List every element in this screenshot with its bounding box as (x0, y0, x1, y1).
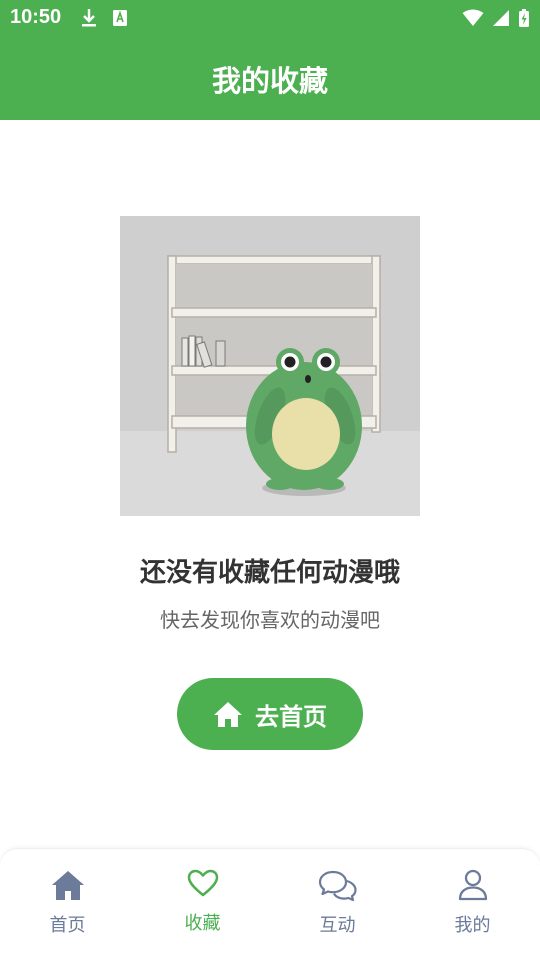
frog-bookshelf-illustration (120, 216, 420, 516)
bottom-nav: 首页 收藏 互动 我的 (0, 848, 540, 960)
chat-icon (318, 870, 357, 901)
go-home-button-label: 去首页 (255, 702, 327, 731)
nav-item-profile[interactable]: 我的 (405, 849, 540, 960)
wifi-icon (462, 9, 484, 26)
nav-label-interact: 互动 (319, 915, 356, 936)
go-home-button[interactable]: 去首页 (177, 678, 363, 750)
nav-label-profile: 我的 (454, 915, 491, 936)
empty-state-subtitle: 快去发现你喜欢的动漫吧 (160, 608, 380, 632)
nav-label-home: 首页 (49, 915, 86, 936)
download-icon (82, 9, 96, 27)
home-icon (51, 871, 84, 900)
app-header: 我的收藏 (0, 36, 540, 120)
status-notification-icons (80, 8, 128, 28)
signal-icon (493, 10, 509, 26)
user-icon (458, 869, 487, 901)
nav-item-home[interactable]: 首页 (0, 849, 135, 960)
nav-item-favorites[interactable]: 收藏 (135, 849, 270, 960)
home-icon (214, 702, 242, 727)
font-app-icon (113, 10, 127, 26)
page-title: 我的收藏 (211, 64, 328, 98)
heart-icon (187, 869, 218, 897)
nav-item-interact[interactable]: 互动 (270, 849, 405, 960)
battery-charging-icon (519, 9, 529, 27)
status-system-icons (462, 8, 530, 28)
status-time: 10:50 (10, 6, 62, 28)
nav-label-favorites: 收藏 (184, 913, 221, 934)
empty-state-title: 还没有收藏任何动漫哦 (139, 558, 400, 588)
status-bar: 10:50 (0, 0, 540, 36)
